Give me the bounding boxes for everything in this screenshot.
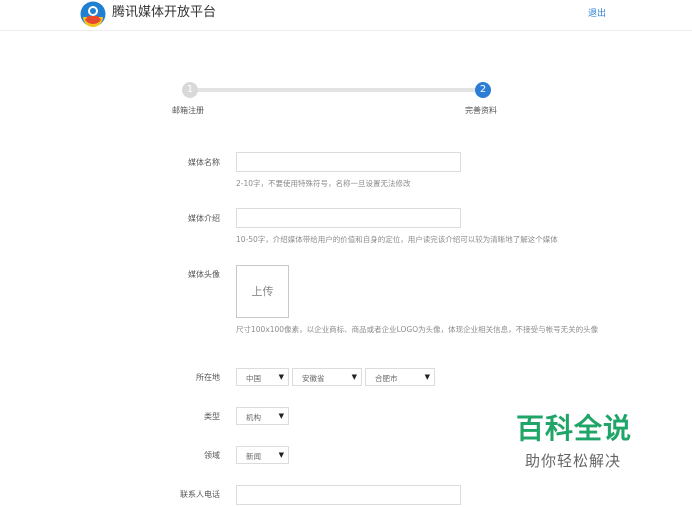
contact-phone-input[interactable] (236, 485, 461, 505)
field-label: 领域 (204, 451, 220, 460)
province-value: 安徽省 (302, 374, 325, 383)
chevron-down-icon: ▼ (278, 451, 284, 459)
city-value: 合肥市 (375, 374, 398, 383)
location-label: 所在地 (196, 373, 220, 382)
media-avatar-label: 媒体头像 (188, 270, 220, 279)
media-intro-input[interactable] (236, 208, 461, 228)
upload-label: 上传 (251, 285, 274, 298)
step-2-indicator: 2 (475, 82, 491, 98)
type-label: 类型 (204, 412, 220, 421)
field-value: 新闻 (246, 452, 261, 461)
type-value: 机构 (246, 413, 261, 422)
media-intro-label: 媒体介绍 (188, 214, 220, 223)
watermark-title: 百科全说 (516, 412, 633, 445)
watermark-subtitle: 助你轻松解决 (525, 452, 622, 470)
step-1-indicator: 1 (182, 82, 198, 98)
country-value: 中国 (246, 374, 261, 383)
media-name-hint: 2-10字，不要使用特殊符号，名称一旦设置无法修改 (236, 179, 411, 188)
type-select[interactable]: 机构 ▼ (236, 407, 289, 425)
contact-phone-label: 联系人电话 (180, 490, 220, 499)
city-select[interactable]: 合肥市 ▼ (365, 368, 435, 386)
logout-link[interactable]: 退出 (588, 8, 606, 20)
step-2-label: 完善资料 (465, 106, 497, 115)
step-1-label: 邮箱注册 (172, 106, 204, 115)
chevron-down-icon: ▼ (424, 373, 430, 381)
top-header: 腾讯媒体开放平台 退出 (0, 0, 692, 31)
media-intro-hint: 10-50字，介绍媒体带给用户的价值和自身的定位，用户读完该介绍可以较为清晰地了… (236, 235, 558, 244)
step-progress-track (190, 88, 484, 92)
chevron-down-icon: ▼ (351, 373, 357, 381)
media-name-label: 媒体名称 (188, 158, 220, 167)
media-name-input[interactable] (236, 152, 461, 172)
avatar-upload-button[interactable]: 上传 (236, 265, 289, 318)
country-select[interactable]: 中国 ▼ (236, 368, 289, 386)
chevron-down-icon: ▼ (278, 373, 284, 381)
province-select[interactable]: 安徽省 ▼ (292, 368, 362, 386)
tencent-logo-icon[interactable] (80, 1, 106, 27)
field-select[interactable]: 新闻 ▼ (236, 446, 289, 464)
chevron-down-icon: ▼ (278, 412, 284, 420)
media-avatar-hint: 尺寸100x100像素，以企业商标、商品或者企业LOGO为头像，体现企业相关信息… (236, 325, 599, 334)
site-title: 腾讯媒体开放平台 (112, 5, 217, 20)
